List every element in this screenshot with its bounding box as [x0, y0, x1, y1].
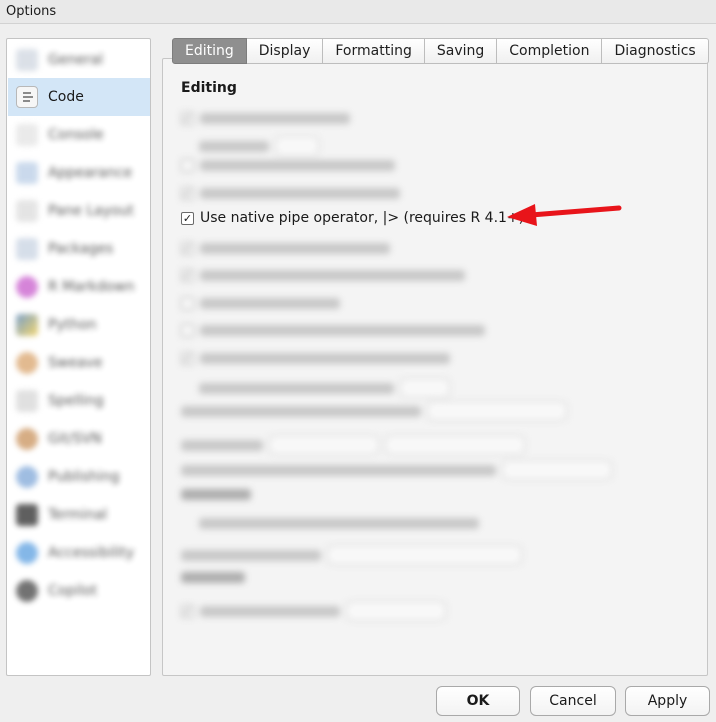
native-pipe-option[interactable]: ✓ Use native pipe operator, |> (requires… — [181, 210, 524, 226]
window-title: Options — [6, 4, 57, 19]
sidebar-item-label: Copilot — [48, 583, 98, 599]
tab-display[interactable]: Display — [246, 38, 324, 64]
options-sidebar: General Code Console Appearance Pane Lay… — [6, 38, 151, 676]
apply-button[interactable]: Apply — [625, 686, 710, 716]
sidebar-item-label: Terminal — [48, 507, 108, 523]
sidebar-item-label: Appearance — [48, 165, 133, 181]
cancel-button[interactable]: Cancel — [530, 686, 616, 716]
sweave-icon — [16, 352, 38, 374]
options-tabs: Editing Display Formatting Saving Comple… — [172, 38, 709, 64]
sidebar-item-label: Git/SVN — [48, 431, 102, 447]
packages-icon — [16, 238, 38, 260]
publishing-icon — [16, 466, 38, 488]
sidebar-item-accessibility[interactable]: Accessibility — [8, 534, 150, 572]
sidebar-item-python[interactable]: Python — [8, 306, 150, 344]
sidebar-item-appearance[interactable]: Appearance — [8, 154, 150, 192]
sidebar-item-label: Spelling — [48, 393, 104, 409]
sidebar-item-pane-layout[interactable]: Pane Layout — [8, 192, 150, 230]
sidebar-item-sweave[interactable]: Sweave — [8, 344, 150, 382]
tab-diagnostics[interactable]: Diagnostics — [602, 38, 709, 64]
git-icon — [16, 428, 38, 450]
native-pipe-label: Use native pipe operator, |> (requires R… — [200, 210, 525, 226]
terminal-icon — [16, 504, 38, 526]
sidebar-item-label: Code — [48, 89, 84, 105]
spelling-icon — [16, 390, 38, 412]
tab-editing[interactable]: Editing — [172, 38, 247, 64]
rmarkdown-icon — [16, 276, 38, 298]
appearance-icon — [16, 162, 38, 184]
sidebar-item-spelling[interactable]: Spelling — [8, 382, 150, 420]
sidebar-item-label: R Markdown — [48, 279, 135, 295]
sidebar-item-general[interactable]: General — [8, 41, 150, 79]
python-icon — [16, 314, 38, 336]
pane-layout-icon — [16, 200, 38, 222]
section-title-editing: Editing — [181, 80, 237, 96]
sidebar-item-label: General — [48, 52, 104, 68]
sidebar-item-label: Publishing — [48, 469, 120, 485]
copilot-icon — [16, 580, 38, 602]
tab-saving[interactable]: Saving — [424, 38, 498, 64]
native-pipe-checkbox[interactable]: ✓ — [181, 211, 194, 225]
sidebar-item-label: Sweave — [48, 355, 103, 371]
sidebar-item-label: Pane Layout — [48, 203, 134, 219]
console-icon — [16, 124, 38, 146]
sidebar-item-label: Console — [48, 127, 104, 143]
sidebar-item-copilot[interactable]: Copilot — [8, 572, 150, 610]
sidebar-item-code[interactable]: Code — [8, 78, 150, 116]
window-titlebar: Options — [0, 0, 716, 24]
ok-button[interactable]: OK — [436, 686, 520, 716]
sidebar-item-terminal[interactable]: Terminal — [8, 496, 150, 534]
sidebar-item-console[interactable]: Console — [8, 116, 150, 154]
sidebar-item-label: Python — [48, 317, 97, 333]
annotation-arrow-icon — [507, 204, 622, 226]
sidebar-item-rmarkdown[interactable]: R Markdown — [8, 268, 150, 306]
sidebar-item-publishing[interactable]: Publishing — [8, 458, 150, 496]
sidebar-item-label: Packages — [48, 241, 114, 257]
sidebar-item-git-svn[interactable]: Git/SVN — [8, 420, 150, 458]
sidebar-item-label: Accessibility — [48, 545, 135, 561]
accessibility-icon — [16, 542, 38, 564]
sidebar-item-packages[interactable]: Packages — [8, 230, 150, 268]
r-general-icon — [16, 49, 38, 71]
tab-completion[interactable]: Completion — [497, 38, 603, 64]
tab-formatting[interactable]: Formatting — [323, 38, 425, 64]
code-icon — [16, 86, 38, 108]
